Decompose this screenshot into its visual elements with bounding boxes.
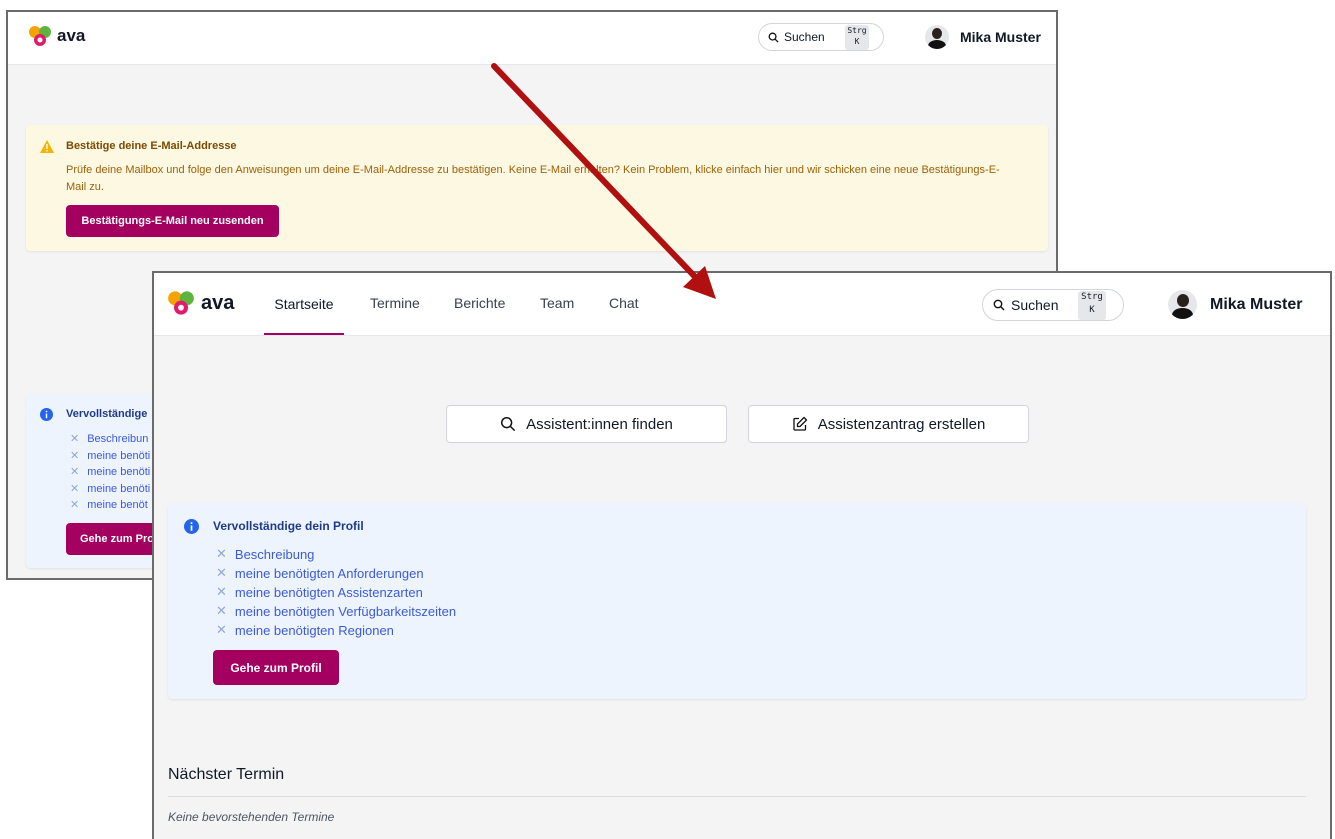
profile-completion-alert: Vervollständige dein Profil ✕ Beschreibun… [168, 503, 1306, 699]
x-icon: ✕ [216, 546, 227, 561]
shortcut-key-top: Strg [847, 26, 867, 35]
create-assistance-request-button[interactable]: Assistenzantrag erstellen [748, 405, 1029, 443]
shortcut-key-bottom: K [854, 37, 860, 46]
x-icon: ✕ [70, 433, 80, 445]
info-circle-icon [40, 408, 53, 421]
search-icon [501, 416, 516, 432]
edit-icon [793, 416, 807, 431]
profile-checklist-item: ✕ meine benötigten Verfügbarkeitszeiten [216, 603, 457, 619]
x-icon: ✕ [70, 499, 80, 511]
tab-startseite[interactable]: Startseite [264, 273, 344, 335]
search-input[interactable]: Suchen Strg K [982, 289, 1124, 321]
profile-alert-title: Vervollständige dein Profil [213, 519, 364, 533]
search-icon [768, 32, 779, 43]
next-appointment-heading: Nächster Termin [168, 766, 285, 783]
search-icon [993, 299, 1005, 311]
user-name: Mika Muster [1210, 295, 1303, 313]
top-navbar: ava Startseite Termine Berichte Team Cha… [154, 273, 1330, 336]
find-assistants-button[interactable]: Assistent:innen finden [446, 405, 727, 443]
app-logo[interactable]: ava [167, 289, 234, 317]
profile-checklist-item: ✕ meine benöt [70, 498, 148, 512]
profile-alert-title: Vervollständige [66, 408, 148, 420]
top-navbar: ava Suchen Strg K Mika Muster [8, 12, 1056, 65]
ava-logo-icon [168, 291, 194, 315]
go-to-profile-button[interactable]: Gehe zum Profil [213, 650, 339, 685]
search-input[interactable]: Suchen Strg K [758, 23, 884, 51]
app-logo[interactable]: ava [28, 24, 85, 48]
tab-termine[interactable]: Termine [370, 295, 420, 311]
profile-checklist-item: ✕ meine benöti [70, 465, 151, 479]
user-menu[interactable]: Mika Muster [925, 25, 1041, 49]
x-icon: ✕ [216, 622, 227, 637]
ava-logo-icon [29, 26, 51, 46]
alert-title: Bestätige deine E-Mail-Addresse [66, 140, 237, 152]
shortcut-key-bottom: K [1089, 305, 1095, 315]
tab-chat[interactable]: Chat [609, 295, 639, 311]
shortcut-key: Strg K [845, 25, 869, 50]
search-label: Suchen [784, 30, 825, 44]
x-icon: ✕ [70, 466, 80, 478]
avatar [1168, 290, 1197, 319]
user-menu[interactable]: Mika Muster [1168, 290, 1302, 319]
warning-triangle-icon [40, 140, 54, 153]
shortcut-key-top: Strg [1081, 292, 1103, 302]
profile-checklist-item: ✕ meine benötigten Regionen [216, 622, 394, 638]
x-icon: ✕ [70, 483, 80, 495]
x-icon: ✕ [216, 603, 227, 618]
x-icon: ✕ [216, 584, 227, 599]
profile-checklist-item: ✕ Beschreibun [70, 432, 149, 446]
profile-checklist-item: ✕ meine benötigten Assistenzarten [216, 584, 423, 600]
shortcut-key: Strg K [1078, 291, 1106, 320]
x-icon: ✕ [70, 450, 80, 462]
no-appointments-text: Keine bevorstehenden Termine [168, 810, 335, 824]
screenshot-after: ava Startseite Termine Berichte Team Cha… [152, 271, 1332, 839]
email-verification-alert: Bestätige deine E-Mail-Addresse Prüfe de… [26, 125, 1048, 251]
tab-team[interactable]: Team [540, 295, 574, 311]
logo-text: ava [57, 26, 86, 45]
resend-email-button[interactable]: Bestätigungs-E-Mail neu zusenden [66, 205, 279, 237]
x-icon: ✕ [216, 565, 227, 580]
avatar [925, 25, 949, 49]
profile-checklist-item: ✕ meine benöti [70, 482, 151, 496]
user-name: Mika Muster [960, 29, 1041, 45]
profile-checklist-item: ✕ Beschreibung [216, 546, 315, 562]
logo-text: ava [201, 291, 235, 314]
search-label: Suchen [1011, 297, 1059, 313]
info-circle-icon [184, 519, 199, 534]
alert-text: Prüfe deine Mailbox und folge den Anweis… [66, 164, 1000, 193]
tab-berichte[interactable]: Berichte [454, 295, 505, 311]
profile-checklist-item: ✕ meine benötigten Anforderungen [216, 565, 424, 581]
section-divider [168, 796, 1306, 797]
profile-checklist-item: ✕ meine benöti [70, 449, 151, 463]
